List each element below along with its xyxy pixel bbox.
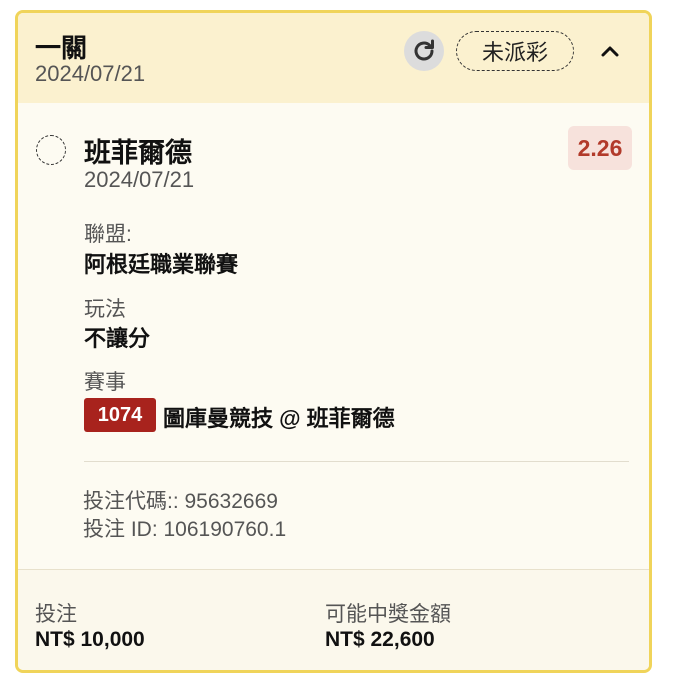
payout-label: 可能中獎金額	[325, 603, 451, 626]
league-value: 阿根廷職業聯賽	[84, 252, 239, 277]
market-label: 玩法	[84, 298, 126, 321]
collapse-button[interactable]	[594, 35, 626, 67]
stake-value: NT$ 10,000	[35, 628, 145, 651]
selection-team: 班菲爾德	[84, 138, 192, 168]
market-value: 不讓分	[84, 326, 151, 351]
summary-footer: 投注 NT$ 10,000 可能中獎金額 NT$ 22,600	[18, 569, 649, 670]
card-header: 一關 2024/07/21 未派彩	[18, 13, 649, 103]
select-radio-icon[interactable]	[36, 135, 66, 165]
refresh-icon	[414, 39, 434, 61]
status-badge: 未派彩	[456, 31, 574, 71]
event-name: 圖庫曼競技 @ 班菲爾德	[163, 406, 395, 431]
refresh-button[interactable]	[404, 31, 444, 71]
bet-date: 2024/07/21	[35, 61, 146, 86]
selection-date: 2024/07/21	[84, 167, 195, 192]
divider	[84, 461, 629, 462]
payout-value: NT$ 22,600	[325, 628, 435, 651]
bet-type-title: 一關	[35, 33, 88, 63]
stake-label: 投注	[35, 603, 77, 626]
bet-id: 投注 ID: 106190760.1	[83, 518, 287, 541]
bet-slip-card: 一關 2024/07/21 未派彩 班菲爾德 2.26 2024/07/21 聯…	[15, 10, 652, 673]
bet-code: 投注代碼:: 95632669	[83, 490, 278, 513]
event-label: 賽事	[84, 371, 126, 394]
league-label: 聯盟:	[84, 223, 132, 246]
event-id-badge: 1074	[84, 398, 156, 432]
odds-badge: 2.26	[568, 126, 632, 170]
chevron-up-icon	[601, 46, 619, 57]
